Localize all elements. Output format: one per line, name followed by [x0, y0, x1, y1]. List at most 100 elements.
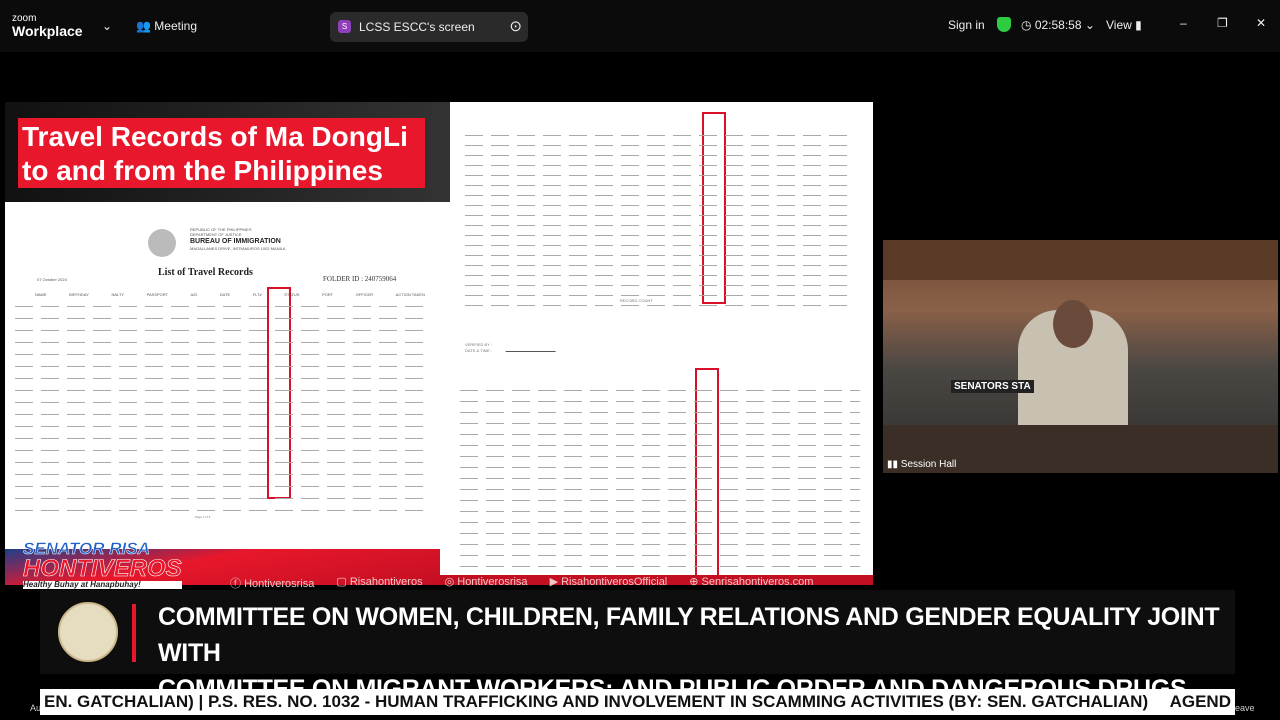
table-row: [460, 544, 860, 545]
ticker-text: EN. GATCHALIAN) | P.S. RES. NO. 1032 - H…: [44, 692, 1149, 711]
more-options-icon[interactable]: ⊙: [509, 17, 522, 35]
immigration-seal-icon: [148, 229, 176, 257]
table-row: [465, 285, 855, 286]
table-row: [465, 255, 855, 256]
table-row: [460, 555, 860, 556]
table-row: [460, 522, 860, 523]
table-row: [465, 145, 855, 146]
meeting-button[interactable]: 👥 Meeting: [136, 19, 197, 33]
speaker-head: [1053, 300, 1093, 348]
table-row: [15, 402, 425, 403]
slide-title: Travel Records of Ma DongLi to and from …: [18, 118, 425, 188]
senate-seal-icon: [58, 602, 118, 662]
view-button[interactable]: View ▮: [1106, 18, 1142, 32]
table-row: [15, 318, 425, 319]
doc-agency: BUREAU OF IMMIGRATION: [190, 238, 281, 245]
sign-in-button[interactable]: Sign in: [948, 18, 985, 32]
record-rows: [465, 126, 855, 306]
table-row: [460, 566, 860, 567]
meeting-label: Meeting: [154, 19, 197, 33]
table-row: [465, 225, 855, 226]
social-label: RisahontiverosOfficial: [561, 576, 668, 588]
table-row: [465, 265, 855, 266]
lower-third: COMMITTEE ON WOMEN, CHILDREN, FAMILY REL…: [40, 590, 1235, 703]
table-row: [15, 342, 425, 343]
doc-date: 07 October 2024: [37, 277, 67, 282]
record-rows: [15, 295, 425, 511]
table-row: [15, 414, 425, 415]
doc-title: List of Travel Records: [158, 267, 253, 278]
logo-big: Workplace: [12, 23, 83, 39]
table-row: [15, 450, 425, 451]
chevron-down-icon[interactable]: ⌄: [102, 19, 112, 33]
table-row: [460, 456, 860, 457]
timer[interactable]: ◷ 02:58:58 ⌄: [1021, 18, 1095, 32]
website-link: ⊕ Senrisahontiveros.com: [689, 576, 814, 588]
table-row: [15, 438, 425, 439]
table-row: [465, 155, 855, 156]
table-row: [465, 185, 855, 186]
title-line-2: to and from the Philippines: [22, 155, 383, 186]
zoom-logo: zoom Workplace: [12, 14, 83, 39]
table-row: [15, 474, 425, 475]
table-row: [460, 390, 860, 391]
hontiveros-logo: SENATOR RISA HONTIVEROS Healthy Buhay at…: [23, 540, 182, 589]
table-row: [15, 330, 425, 331]
table-row: [15, 366, 425, 367]
table-row: [465, 275, 855, 276]
red-divider: [132, 604, 136, 662]
restore-icon[interactable]: ❐: [1217, 16, 1228, 30]
brand-line-2: HONTIVEROS: [23, 555, 182, 582]
committee-line-1: COMMITTEE ON WOMEN, CHILDREN, FAMILY REL…: [158, 603, 1220, 667]
table-row: [465, 215, 855, 216]
instagram-link: ◎ Hontiverosrisa: [444, 576, 528, 588]
facebook-link: ⓕ Hontiverosrisa: [230, 578, 315, 590]
view-label: View: [1106, 18, 1132, 32]
close-icon[interactable]: ✕: [1256, 16, 1266, 30]
table-row: [465, 205, 855, 206]
people-icon: 👥: [136, 19, 151, 33]
table-row: [460, 467, 860, 468]
table-row: [460, 445, 860, 446]
table-row: [15, 378, 425, 379]
table-row: [465, 235, 855, 236]
twitter-link: ▢ Risahontiveros: [336, 576, 423, 588]
social-label: Risahontiveros: [349, 576, 423, 588]
social-links: ⓕ Hontiverosrisa ▢ Risahontiveros ◎ Hont…: [230, 575, 813, 591]
record-count: RECORD COUNT: [620, 298, 653, 303]
table-row: [15, 498, 425, 499]
page-number: Page 1 of 3: [195, 515, 211, 519]
session-hall-video[interactable]: SENATORS STA ▮▮ Session Hall: [883, 240, 1278, 473]
date-time: DATE & TIME :: [465, 348, 492, 353]
table-row: [15, 390, 425, 391]
table-row: [465, 175, 855, 176]
video-label: Session Hall: [900, 459, 957, 470]
youtube-link: ▶ RisahontiverosOfficial: [549, 576, 668, 588]
share-badge: S: [338, 20, 351, 33]
table-row: [460, 478, 860, 479]
table-row: [15, 426, 425, 427]
doc-address: MAGALLANES DRIVE, INTRAMUROS 1002 MANILA: [190, 246, 286, 251]
social-label: Hontiverosrisa: [244, 578, 315, 590]
table-row: [460, 401, 860, 402]
table-row: [15, 462, 425, 463]
timer-value: 02:58:58: [1034, 18, 1082, 32]
zoom-title-bar: zoom Workplace ⌄ 👥 Meeting S LCSS ESCC's …: [0, 0, 1280, 52]
news-ticker: EN. GATCHALIAN) | P.S. RES. NO. 1032 - H…: [40, 689, 1235, 715]
table-row: [465, 135, 855, 136]
table-row: [465, 305, 855, 306]
table-row: [15, 306, 425, 307]
record-rows: [460, 380, 860, 578]
social-label: Hontiverosrisa: [457, 576, 528, 588]
screen-share-indicator[interactable]: S LCSS ESCC's screen ⊙: [330, 12, 528, 42]
minimize-icon[interactable]: –: [1180, 16, 1187, 30]
travel-record-page-2: RECORD COUNT VERIFIED BY : DATE & TIME :: [450, 102, 873, 578]
signature: [505, 327, 565, 352]
table-row: [465, 195, 855, 196]
shield-check-icon[interactable]: [997, 17, 1011, 32]
title-line-1: Travel Records of Ma DongLi: [22, 121, 408, 152]
table-row: [460, 489, 860, 490]
folder-id: FOLDER ID : 240759064: [323, 275, 397, 283]
table-row: [15, 510, 425, 511]
social-label: Senrisahontiveros.com: [701, 576, 814, 588]
